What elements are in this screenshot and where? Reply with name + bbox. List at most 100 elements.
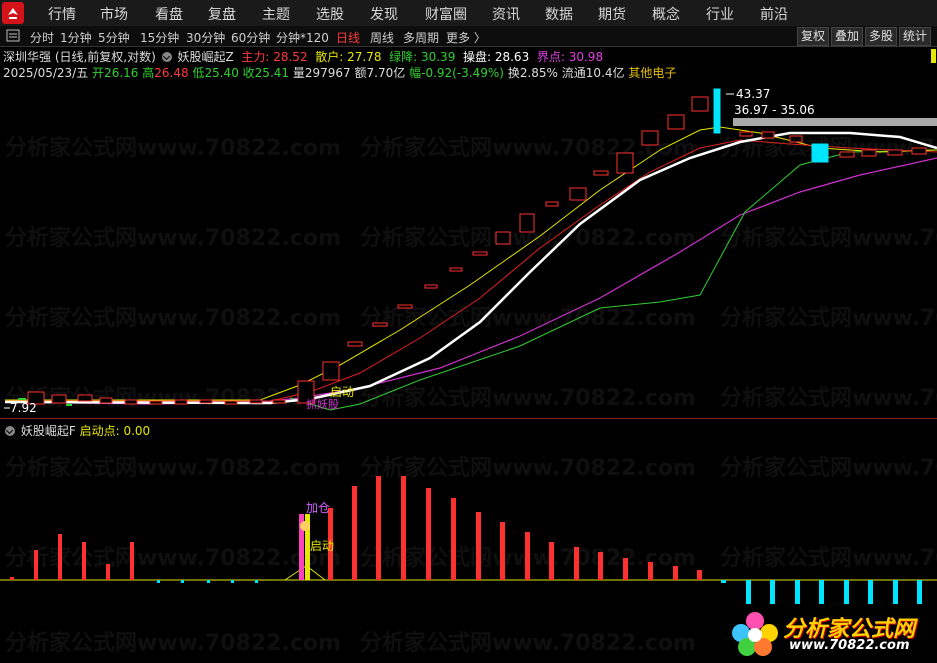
sub-indicator-settings-icon[interactable] xyxy=(5,426,15,436)
sub-bar[interactable] xyxy=(598,552,603,580)
candle[interactable] xyxy=(18,398,26,400)
menu-item-5[interactable]: 选股 xyxy=(316,4,344,24)
candle[interactable] xyxy=(249,399,263,404)
sub-bar[interactable] xyxy=(130,542,134,580)
toolbar-button-1[interactable]: 叠加 xyxy=(831,27,864,46)
sub-bar[interactable] xyxy=(157,580,160,583)
sub-bar[interactable] xyxy=(574,547,579,580)
sub-bar[interactable] xyxy=(697,570,702,580)
toolbar-button-3[interactable]: 统计 xyxy=(899,27,932,46)
period-tab-3[interactable]: 15分钟 xyxy=(140,29,179,46)
period-tab-0[interactable]: 分时 xyxy=(30,29,54,46)
sub-bar[interactable] xyxy=(623,558,628,580)
menu-item-4[interactable]: 主题 xyxy=(262,4,290,24)
candle[interactable] xyxy=(789,135,803,143)
sub-bar[interactable] xyxy=(207,580,210,583)
sub-bar[interactable] xyxy=(500,522,505,580)
sub-bar[interactable] xyxy=(819,580,824,604)
indicator-name[interactable]: 妖股崛起Z xyxy=(177,50,233,64)
menu-item-3[interactable]: 复盘 xyxy=(208,4,236,24)
sub-bar[interactable] xyxy=(868,580,873,604)
sub-bar[interactable] xyxy=(525,532,530,580)
menu-item-7[interactable]: 财富圈 xyxy=(425,4,467,24)
sub-bar[interactable] xyxy=(893,580,898,604)
sub-bar[interactable] xyxy=(255,580,258,583)
sub-bar[interactable] xyxy=(352,486,357,580)
candle[interactable] xyxy=(761,131,775,139)
menu-item-11[interactable]: 概念 xyxy=(652,4,680,24)
sub-bar[interactable] xyxy=(648,562,653,580)
sub-bar[interactable] xyxy=(549,542,554,580)
candle[interactable] xyxy=(861,149,877,157)
menu-item-1[interactable]: 市场 xyxy=(100,4,128,24)
candle[interactable] xyxy=(569,187,587,201)
candle[interactable] xyxy=(691,96,709,112)
toolbar-button-2[interactable]: 多股 xyxy=(865,27,898,46)
sub-bar[interactable] xyxy=(376,476,381,580)
sub-bar[interactable] xyxy=(106,564,110,580)
candle[interactable] xyxy=(347,341,363,347)
candle[interactable] xyxy=(667,114,685,130)
period-tab-4[interactable]: 30分钟 xyxy=(186,29,225,46)
sub-bar[interactable] xyxy=(795,580,800,604)
candle[interactable] xyxy=(424,284,438,289)
candle[interactable] xyxy=(99,397,113,404)
candle[interactable] xyxy=(51,394,67,404)
candle[interactable] xyxy=(124,399,138,405)
sub-bar[interactable] xyxy=(401,476,406,580)
candle[interactable] xyxy=(739,131,753,137)
sub-bar[interactable] xyxy=(181,580,184,583)
candle[interactable] xyxy=(616,152,634,174)
menu-item-12[interactable]: 行业 xyxy=(706,4,734,24)
candle[interactable] xyxy=(149,400,163,405)
indicator-settings-icon[interactable] xyxy=(161,52,172,62)
sub-indicator-name[interactable]: 妖股崛起F xyxy=(21,424,76,438)
expand-indicator[interactable] xyxy=(930,48,937,63)
candle[interactable] xyxy=(272,399,286,404)
period-tab-1[interactable]: 1分钟 xyxy=(60,29,92,46)
period-tab-10[interactable]: 更多 〉 xyxy=(446,29,486,46)
panel-divider[interactable] xyxy=(0,418,937,419)
menu-item-10[interactable]: 期货 xyxy=(598,4,626,24)
sub-bar[interactable] xyxy=(844,580,849,604)
period-tab-2[interactable]: 5分钟 xyxy=(98,29,130,46)
candle[interactable] xyxy=(545,201,559,207)
sub-bar[interactable] xyxy=(770,580,775,604)
period-tab-9[interactable]: 多周期 xyxy=(403,29,439,46)
menu-item-6[interactable]: 发现 xyxy=(370,4,398,24)
candle[interactable] xyxy=(372,322,388,327)
candle[interactable] xyxy=(322,361,340,381)
candle[interactable] xyxy=(224,400,238,405)
sub-bar[interactable] xyxy=(426,488,431,580)
sub-bar[interactable] xyxy=(746,580,751,604)
candle[interactable] xyxy=(911,147,927,155)
sub-bar[interactable] xyxy=(34,550,38,580)
sub-bar[interactable] xyxy=(10,577,14,580)
app-logo-icon[interactable] xyxy=(2,2,24,24)
candle[interactable] xyxy=(713,88,721,134)
sub-bar[interactable] xyxy=(917,580,922,604)
period-tab-7[interactable]: 日线 xyxy=(336,29,360,46)
candle[interactable] xyxy=(66,404,72,406)
candle[interactable] xyxy=(641,130,659,146)
candle[interactable] xyxy=(174,399,188,405)
candle[interactable] xyxy=(839,151,855,158)
candle[interactable] xyxy=(472,251,488,256)
sub-bar[interactable] xyxy=(231,580,234,583)
period-tab-5[interactable]: 60分钟 xyxy=(231,29,270,46)
candle[interactable] xyxy=(495,231,511,245)
menu-item-2[interactable]: 看盘 xyxy=(155,4,183,24)
candle[interactable] xyxy=(449,267,463,272)
candle[interactable] xyxy=(811,143,829,163)
candle[interactable] xyxy=(593,170,609,176)
candle[interactable] xyxy=(397,304,413,309)
chart-settings-icon[interactable] xyxy=(6,29,20,45)
candle[interactable] xyxy=(199,399,213,404)
candle[interactable] xyxy=(519,213,535,233)
sub-bar[interactable] xyxy=(451,498,456,580)
sub-bar[interactable] xyxy=(673,566,678,580)
menu-item-8[interactable]: 资讯 xyxy=(492,4,520,24)
main-kline-chart[interactable]: 43.37 36.97 - 35.06 7.92 启动抓妖股 xyxy=(0,80,937,418)
sector-label[interactable]: 其他电子 xyxy=(628,66,676,80)
candle[interactable] xyxy=(77,394,93,402)
